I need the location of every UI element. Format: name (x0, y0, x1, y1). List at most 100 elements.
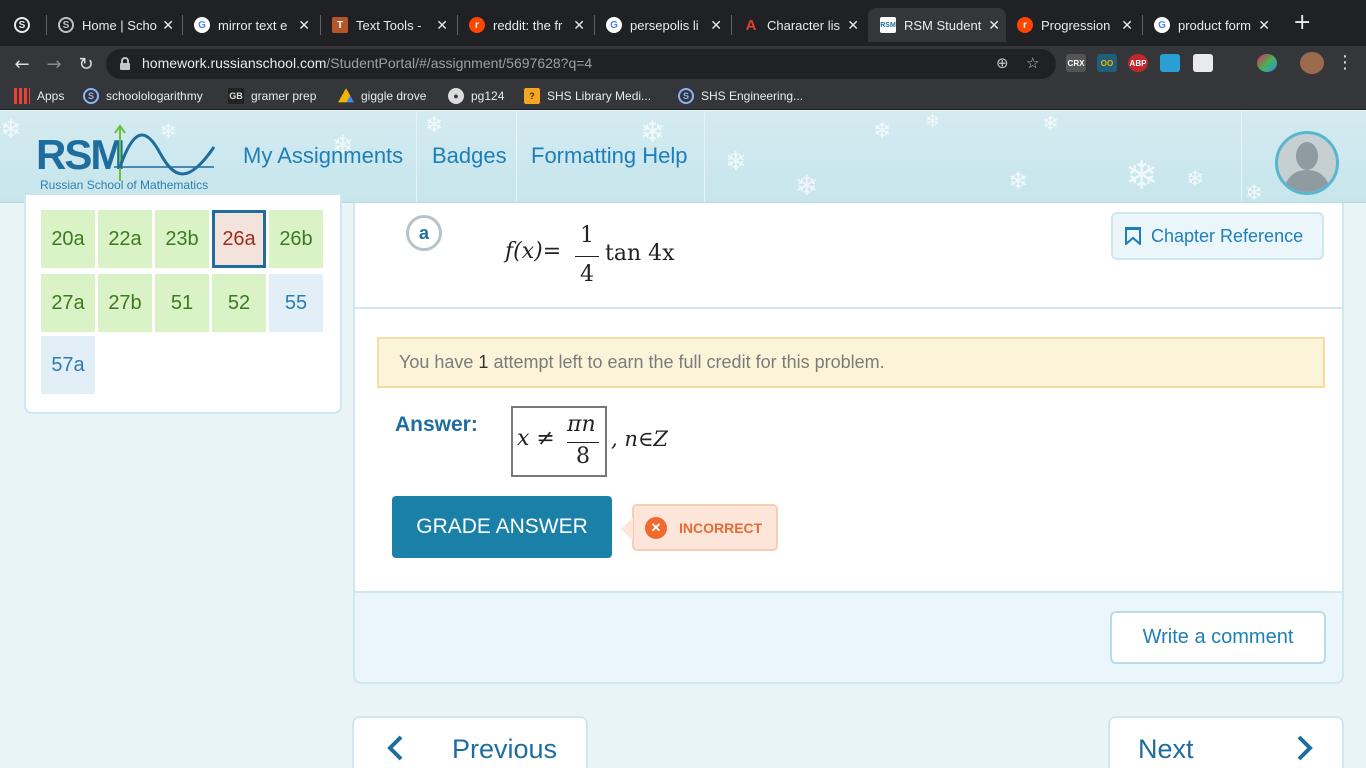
google-icon: G (1154, 17, 1170, 33)
oo-extension-icon[interactable]: OO (1097, 54, 1117, 72)
browser-tab[interactable]: T Text Tools - ✕ (332, 8, 454, 42)
grade-answer-button[interactable]: GRADE ANSWER (392, 496, 612, 558)
close-icon[interactable]: ✕ (710, 17, 722, 34)
problem-cell-23b[interactable]: 23b (155, 210, 209, 268)
problem-cell-20a[interactable]: 20a (41, 210, 95, 268)
tab-separator (1142, 15, 1143, 35)
snowflake-decoration: ❄ (1008, 167, 1029, 195)
write-comment-button[interactable]: Write a comment (1110, 611, 1326, 664)
bookmark-item[interactable]: ● pg124 (448, 86, 504, 106)
problem-cell-55[interactable]: 55 (269, 274, 323, 332)
address-bar[interactable]: homework.russianschool.com/StudentPortal… (106, 49, 1056, 79)
bookmark-label: gramer prep (251, 89, 317, 103)
bookmark-item[interactable]: S schoolologarithmy (83, 86, 203, 106)
extension-icon[interactable] (1160, 54, 1180, 72)
menu-icon[interactable]: ⋮ (1336, 52, 1354, 73)
problem-cell-22a[interactable]: 22a (98, 210, 152, 268)
nav-badges[interactable]: Badges (432, 143, 507, 169)
close-icon[interactable]: ✕ (573, 17, 585, 34)
problem-cell-26b[interactable]: 26b (269, 210, 323, 268)
browser-tab[interactable]: r Progression ✕ (1017, 8, 1139, 42)
profile-avatar[interactable] (1300, 52, 1324, 74)
nav-my-assignments[interactable]: My Assignments (243, 143, 403, 169)
next-button[interactable]: Next (1108, 716, 1344, 768)
problem-cell-52[interactable]: 52 (212, 274, 266, 332)
nav-divider (416, 111, 417, 202)
previous-button[interactable]: Previous (352, 716, 588, 768)
tab-separator (457, 15, 458, 35)
apps-icon (14, 88, 30, 104)
bookmark-apps[interactable]: Apps (14, 86, 64, 106)
back-icon[interactable]: ← (8, 50, 36, 78)
part-label: a (406, 215, 442, 251)
tab-title: Character lis (767, 17, 840, 33)
browser-tab-strip: S S Home | Scho ✕ G mirror text e ✕ T Te… (0, 0, 1366, 46)
schoology-icon: S (83, 88, 99, 104)
bookmark-item[interactable]: S SHS Engineering... (678, 86, 803, 106)
answer-input[interactable]: x ≠ πn 8 (511, 406, 607, 477)
problem-cell-27b[interactable]: 27b (98, 274, 152, 332)
close-icon[interactable]: ✕ (847, 17, 859, 34)
reload-icon[interactable]: ↻ (72, 50, 100, 78)
attempt-suffix: attempt left to earn the full credit for… (493, 352, 885, 372)
nav-divider (704, 111, 705, 202)
problem-cell-57a[interactable]: 57a (41, 336, 95, 394)
bookmark-item[interactable]: GB gramer prep (228, 86, 316, 106)
tab-separator (320, 15, 321, 35)
gb-icon: GB (228, 88, 244, 104)
nav-formatting-help[interactable]: Formatting Help (531, 143, 688, 169)
next-label: Next (1138, 734, 1194, 764)
user-avatar[interactable] (1275, 131, 1339, 195)
browser-tab-pinned[interactable]: S (14, 8, 46, 42)
browser-toolbar: ← → ↻ homework.russianschool.com/Student… (0, 46, 1366, 82)
formula-denominator: 4 (580, 262, 594, 287)
browser-tab[interactable]: G persepolis li ✕ (606, 8, 728, 42)
close-icon[interactable]: ✕ (162, 17, 174, 34)
star-icon[interactable]: ☆ (1026, 54, 1039, 72)
forward-icon[interactable]: → (40, 50, 68, 78)
answer-fraction-bar (567, 442, 599, 443)
snowflake-decoration: ❄ (725, 147, 747, 177)
tab-title: mirror text e (218, 17, 288, 33)
browser-tab[interactable]: G mirror text e ✕ (194, 8, 316, 42)
browser-tab[interactable]: A Character lis ✕ (743, 8, 865, 42)
bookmark-label: schoolologarithmy (106, 89, 203, 103)
new-tab-icon[interactable]: + (1293, 11, 1311, 35)
bookmark-label: pg124 (471, 89, 505, 103)
crx-extension-icon[interactable]: CRX (1066, 54, 1086, 72)
browser-tab[interactable]: r reddit: the fr ✕ (469, 8, 591, 42)
zoom-icon[interactable]: ⊕ (996, 54, 1009, 72)
problem-cell-26a-current[interactable]: 26a (212, 210, 266, 268)
close-icon[interactable]: ✕ (1258, 17, 1270, 34)
bookmarks-bar: Apps S schoolologarithmy GB gramer prep … (0, 82, 1366, 110)
browser-tab[interactable]: S Home | Scho ✕ (58, 8, 180, 42)
bookmark-item[interactable]: giggle drove (338, 86, 426, 106)
avatar-body-icon (1284, 170, 1330, 192)
snowflake-decoration: ❄ (1245, 181, 1264, 203)
snowflake-decoration: ❄ (1186, 167, 1205, 192)
browser-tab[interactable]: G product form ✕ (1154, 8, 1276, 42)
problem-cell-51[interactable]: 51 (155, 274, 209, 332)
character-icon: A (745, 16, 757, 34)
tab-separator (182, 15, 183, 35)
browser-tab-active[interactable]: RSM RSM Student ✕ (868, 8, 1006, 42)
close-icon[interactable]: ✕ (298, 17, 310, 34)
reddit-icon: r (1017, 17, 1033, 33)
url-text: homework.russianschool.com/StudentPortal… (142, 55, 593, 71)
globe-icon: ● (448, 88, 464, 104)
bookmark-icon (1125, 227, 1141, 245)
extension-icon[interactable] (1257, 54, 1277, 72)
snowflake-decoration: ❄ (873, 119, 892, 144)
abp-extension-icon[interactable]: ABP (1128, 54, 1148, 72)
extension-icon[interactable] (1193, 54, 1213, 72)
comment-section: Write a comment (353, 593, 1344, 684)
close-icon[interactable]: ✕ (1121, 17, 1133, 34)
close-icon[interactable]: ✕ (988, 17, 1000, 34)
problem-cell-27a[interactable]: 27a (41, 274, 95, 332)
chapter-reference-button[interactable]: Chapter Reference (1111, 212, 1324, 260)
answer-label: Answer: (395, 413, 478, 436)
problem-navigator: 20a 22a 23b 26a 26b 27a 27b 51 52 55 57a (24, 195, 342, 414)
bookmark-item[interactable]: ? SHS Library Medi... (524, 86, 651, 106)
tab-title: Home | Scho (82, 17, 157, 33)
close-icon[interactable]: ✕ (436, 17, 448, 34)
